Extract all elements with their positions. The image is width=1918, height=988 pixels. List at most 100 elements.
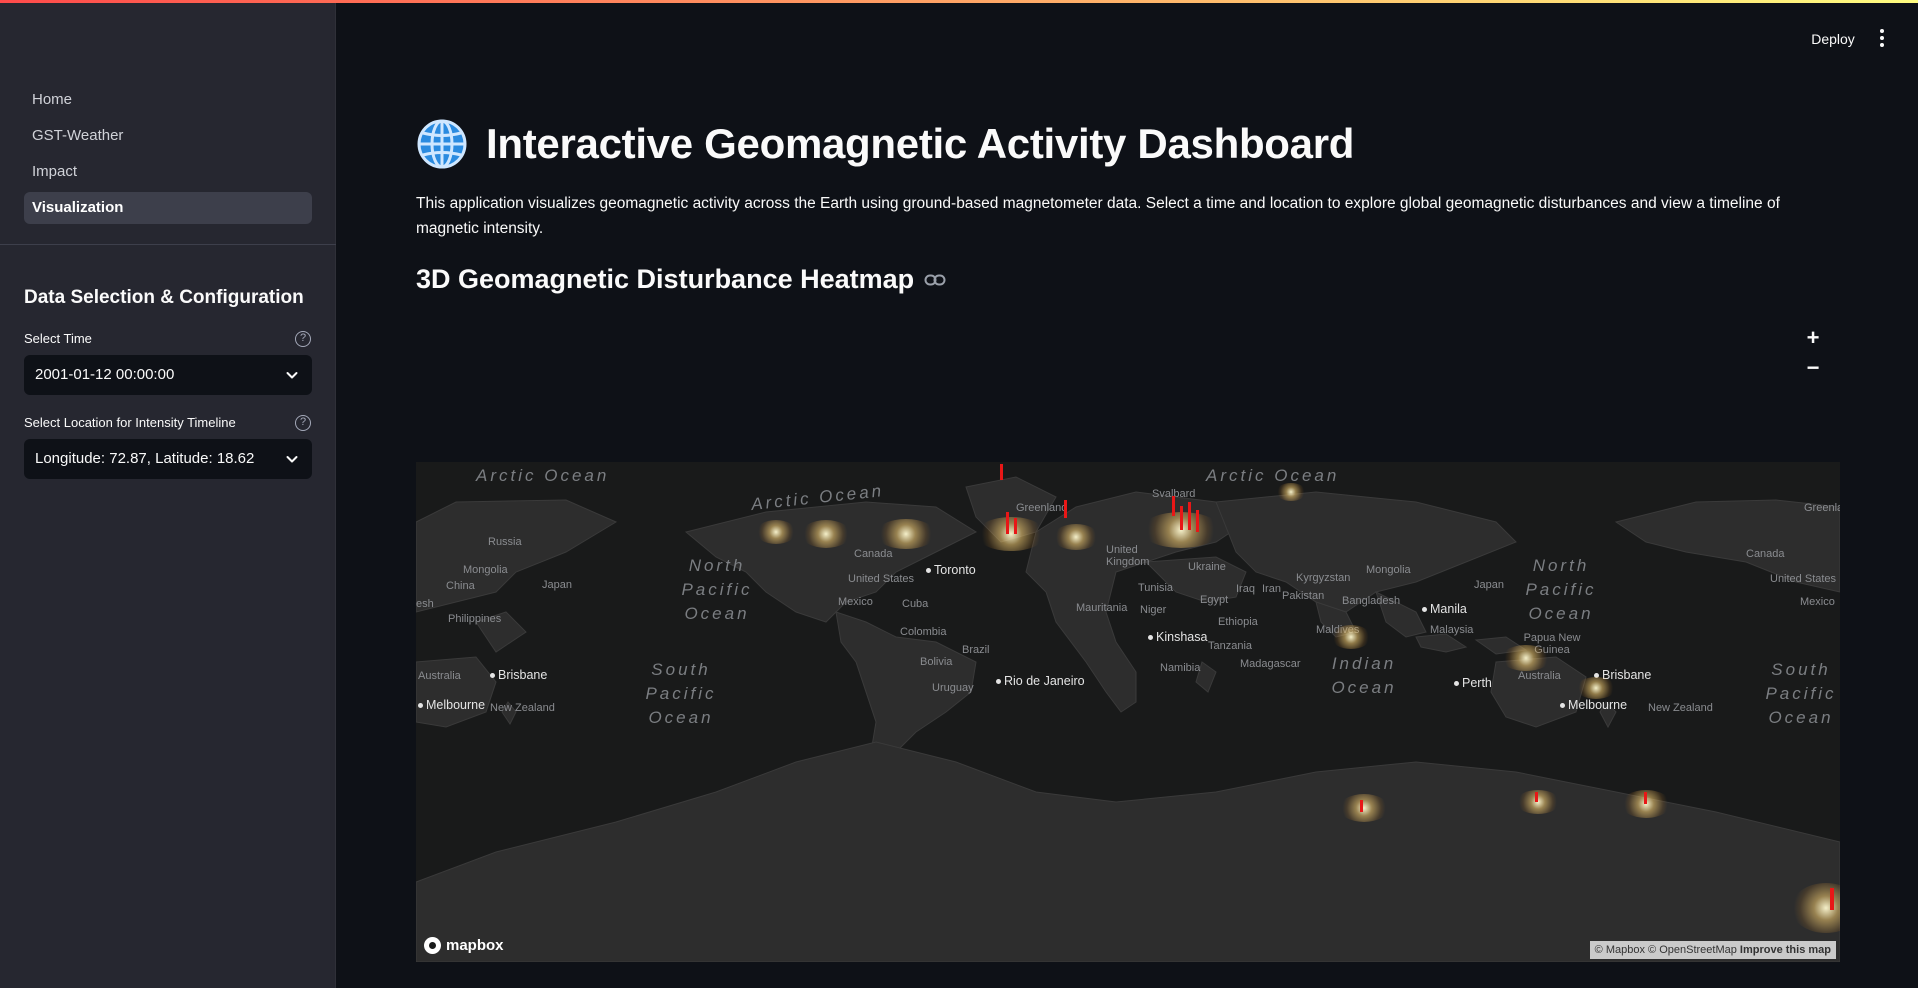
heat-spot: [1053, 524, 1099, 550]
place-label: Greenland: [1804, 502, 1840, 514]
city-label: Melbourne: [418, 698, 485, 712]
place-label: Mexico: [1800, 596, 1835, 608]
intensity-spike: [1188, 502, 1191, 530]
place-label: United Kingdom: [1106, 544, 1150, 568]
intensity-spike: [1180, 506, 1183, 530]
place-label: Canada: [1746, 548, 1785, 560]
place-label: Ethiopia: [1218, 616, 1258, 628]
place-label: Mexico: [838, 596, 873, 608]
time-select-label: Select Time: [24, 331, 92, 346]
zoom-out-button[interactable]: −: [1800, 356, 1826, 382]
globe-icon: [417, 119, 467, 169]
heat-spot: [976, 517, 1046, 551]
place-label: United States: [848, 573, 915, 585]
place-label: Namibia: [1160, 662, 1201, 674]
mapbox-logo-text: mapbox: [446, 937, 504, 954]
page-title: Interactive Geomagnetic Activity Dashboa…: [486, 120, 1355, 167]
place-label: Egypt: [1200, 594, 1229, 606]
place-label: New Zealand: [1648, 702, 1713, 714]
city-label: Toronto: [926, 563, 976, 577]
heat-spot: [1276, 483, 1306, 501]
sidebar-divider: [0, 244, 336, 245]
map-attribution: © Mapbox © OpenStreetMap Improve this ma…: [1589, 941, 1836, 959]
heatmap-map[interactable]: Arctic Ocean Arctic Ocean Arctic Ocean N…: [416, 462, 1840, 962]
place-label: Bangladesh: [1342, 595, 1401, 607]
place-label: Russia: [488, 536, 522, 548]
place-label: Philippines: [448, 613, 502, 625]
city-label: Rio de Janeiro: [996, 674, 1085, 688]
heat-spot: [1516, 790, 1560, 814]
ocean-label: Arctic Ocean: [476, 466, 610, 485]
location-select-label: Select Location for Intensity Timeline: [24, 415, 236, 430]
place-label: Pakistan: [1282, 590, 1325, 602]
anchor-link-icon[interactable]: [924, 273, 946, 287]
location-select-value: Longitude: 72.87, Latitude: 18.62: [35, 450, 255, 467]
sidebar-item-impact[interactable]: Impact: [24, 156, 312, 188]
sidebar-item-visualization[interactable]: Visualization: [24, 192, 312, 224]
location-help-icon[interactable]: ?: [295, 415, 311, 431]
intensity-spike: [1014, 518, 1017, 534]
intensity-spike: [1360, 800, 1363, 812]
place-label: Greenland: [1016, 502, 1068, 514]
page-title-row: Interactive Geomagnetic Activity Dashboa…: [416, 118, 1354, 170]
intensity-spike: [1000, 464, 1003, 480]
heat-spot: [1331, 625, 1371, 649]
place-label: Tunisia: [1138, 582, 1174, 594]
place-label: Australia: [1518, 670, 1561, 682]
place-label: Japan: [542, 579, 572, 591]
mapbox-logo[interactable]: mapbox: [424, 937, 504, 954]
intensity-spike: [1535, 792, 1538, 802]
time-help-icon[interactable]: ?: [295, 331, 311, 347]
place-label: Mongolia: [1366, 564, 1411, 576]
ocean-label: South Pacific Ocean: [1765, 660, 1837, 727]
ocean-label: Indian Ocean: [1331, 654, 1397, 697]
subtitle-row: 3D Geomagnetic Disturbance Heatmap: [416, 264, 946, 295]
main-menu-icon[interactable]: [1872, 26, 1892, 52]
location-select[interactable]: Longitude: 72.87, Latitude: 18.62: [24, 439, 312, 479]
sidebar-section-title: Data Selection & Configuration: [24, 287, 304, 308]
sidebar-nav: Home GST-Weather Impact Visualization: [24, 84, 312, 228]
place-label: Japan: [1474, 579, 1504, 591]
top-decoration-bar: [0, 0, 1918, 3]
chevron-down-icon: [286, 372, 298, 379]
intensity-spike: [1830, 888, 1834, 910]
place-label: Canada: [854, 548, 893, 560]
heat-spot: [1339, 794, 1389, 822]
intensity-spike: [1196, 510, 1199, 532]
place-label: Colombia: [900, 626, 947, 638]
city-label: Perth: [1454, 676, 1492, 690]
place-label: Mauritania: [1076, 602, 1128, 614]
place-label: Brazil: [962, 644, 990, 656]
heat-spot: [801, 520, 851, 548]
intro-text: This application visualizes geomagnetic …: [416, 195, 1780, 237]
place-label: Kyrgyzstan: [1296, 572, 1351, 584]
ocean-label: North Pacific Ocean: [1525, 556, 1597, 623]
place-label: Ukraine: [1188, 561, 1226, 573]
place-label: United States: [1770, 573, 1837, 585]
place-label: Cuba: [902, 598, 929, 610]
city-label: Kinshasa: [1148, 630, 1207, 644]
deploy-button[interactable]: Deploy: [1800, 24, 1866, 54]
time-select[interactable]: 2001-01-12 00:00:00: [24, 355, 312, 395]
attribution-mapbox-link[interactable]: © Mapbox: [1595, 944, 1645, 956]
heat-spot: [876, 519, 936, 549]
heatmap-subtitle: 3D Geomagnetic Disturbance Heatmap: [416, 264, 915, 294]
heat-spot: [1501, 645, 1551, 671]
intensity-spike: [1644, 792, 1647, 804]
city-label: Brisbane: [490, 668, 547, 682]
mapbox-logo-icon: [424, 937, 441, 954]
place-label: Mongolia: [463, 564, 508, 576]
ocean-label: South Pacific Ocean: [645, 660, 717, 727]
sidebar-item-gst-weather[interactable]: GST-Weather: [24, 120, 312, 152]
place-label: Australia: [418, 670, 461, 682]
place-label: Iran: [1262, 583, 1281, 595]
place-label: Iraq: [1236, 583, 1255, 595]
place-label: Tanzania: [1208, 640, 1253, 652]
intensity-spike: [1064, 500, 1067, 518]
zoom-in-button[interactable]: +: [1800, 326, 1826, 352]
improve-map-link[interactable]: Improve this map: [1740, 944, 1831, 956]
heat-spot: [1576, 677, 1616, 699]
place-label: New Zealand: [490, 702, 555, 714]
sidebar-item-home[interactable]: Home: [24, 84, 312, 116]
attribution-osm-link[interactable]: © OpenStreetMap: [1648, 944, 1737, 956]
